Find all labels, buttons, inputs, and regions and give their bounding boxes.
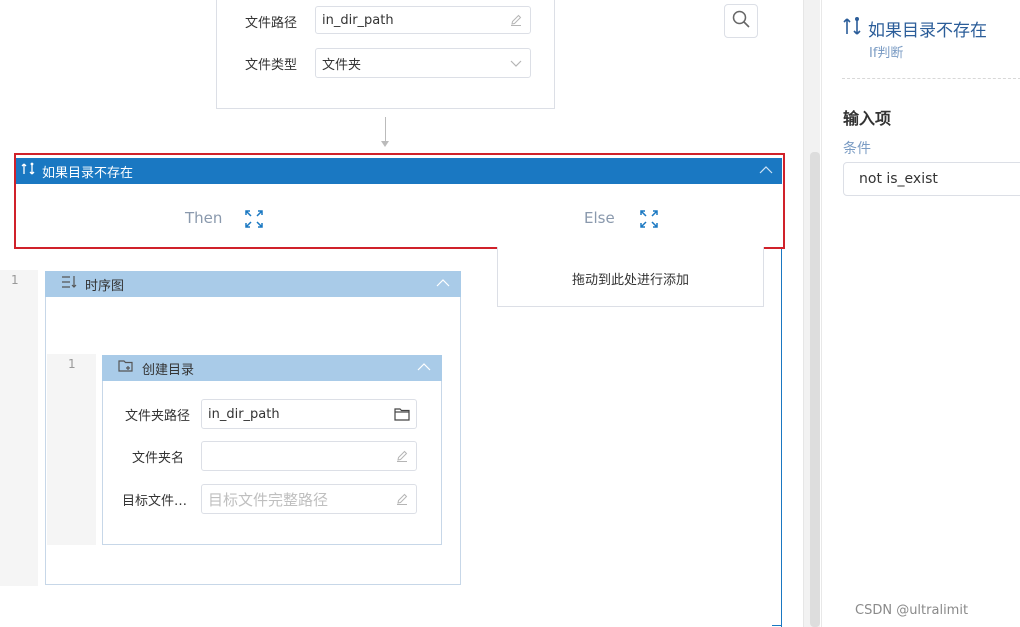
target-file-input[interactable]: 目标文件完整路径 xyxy=(201,484,417,514)
panel-title-text: 如果目录不存在 xyxy=(868,20,987,41)
panel-divider xyxy=(842,78,1020,79)
folder-path-value: in_dir_path xyxy=(208,406,280,422)
then-branch-label: Then xyxy=(185,209,223,227)
sequence-icon xyxy=(61,275,77,293)
if-branch-icon xyxy=(842,15,862,41)
target-file-placeholder: 目标文件完整路径 xyxy=(208,490,329,509)
search-button[interactable] xyxy=(724,4,758,38)
folder-path-label: 文件夹路径 xyxy=(125,409,191,424)
condition-input[interactable]: not is_exist xyxy=(843,162,1020,196)
expand-arrows-icon[interactable] xyxy=(640,210,658,228)
folder-name-input[interactable] xyxy=(201,441,417,471)
sequence-node-header[interactable]: 时序图 xyxy=(45,271,461,297)
scrollbar-thumb[interactable] xyxy=(810,152,820,627)
workflow-canvas[interactable]: 文件路径 in_dir_path 文件类型 文件夹 如果目录不存在 Then E… xyxy=(0,0,800,627)
line-gutter xyxy=(47,354,96,545)
connector-arrow xyxy=(381,141,389,147)
line-number: 1 xyxy=(11,273,19,287)
folder-add-icon xyxy=(118,359,134,377)
if-node-border xyxy=(772,625,782,626)
pencil-icon[interactable] xyxy=(508,12,524,28)
folder-icon[interactable] xyxy=(394,406,410,422)
else-drop-zone[interactable]: 拖动到此处进行添加 xyxy=(497,247,764,307)
file-path-input[interactable]: in_dir_path xyxy=(315,6,531,34)
target-file-label: 目标文件… xyxy=(122,494,188,509)
input-section-title: 输入项 xyxy=(843,109,892,128)
condition-label: 条件 xyxy=(843,141,871,157)
create-dir-node-title: 创建目录 xyxy=(142,362,195,378)
create-dir-node-header[interactable]: 创建目录 xyxy=(102,355,442,381)
file-path-value: in_dir_path xyxy=(322,12,394,28)
if-node-border xyxy=(781,249,782,627)
chevron-down-icon[interactable] xyxy=(508,55,524,71)
drop-hint: 拖动到此处进行添加 xyxy=(571,273,689,288)
pencil-icon[interactable] xyxy=(394,448,410,464)
line-number: 1 xyxy=(68,357,76,371)
line-gutter xyxy=(0,270,38,586)
expand-arrows-icon[interactable] xyxy=(245,210,263,228)
condition-value: not is_exist xyxy=(859,171,938,187)
panel-subtitle: If判断 xyxy=(869,46,904,61)
file-path-label: 文件路径 xyxy=(245,16,298,31)
file-type-label: 文件类型 xyxy=(245,58,298,73)
file-type-value: 文件夹 xyxy=(322,57,362,73)
panel-title: 如果目录不存在 xyxy=(842,15,987,41)
if-node-selection-frame xyxy=(14,153,785,249)
chevron-up-icon[interactable] xyxy=(435,276,451,294)
folder-name-label: 文件夹名 xyxy=(132,451,185,466)
file-type-select[interactable]: 文件夹 xyxy=(315,48,531,78)
folder-path-input[interactable]: in_dir_path xyxy=(201,399,417,429)
chevron-up-icon[interactable] xyxy=(416,360,432,378)
else-branch-label: Else xyxy=(584,209,615,227)
watermark: CSDN @ultralimit xyxy=(855,603,969,618)
sequence-node-title: 时序图 xyxy=(85,278,125,294)
search-icon xyxy=(731,9,751,33)
pencil-icon[interactable] xyxy=(394,491,410,507)
properties-panel: 如果目录不存在 If判断 输入项 条件 not is_exist xyxy=(821,0,1020,627)
